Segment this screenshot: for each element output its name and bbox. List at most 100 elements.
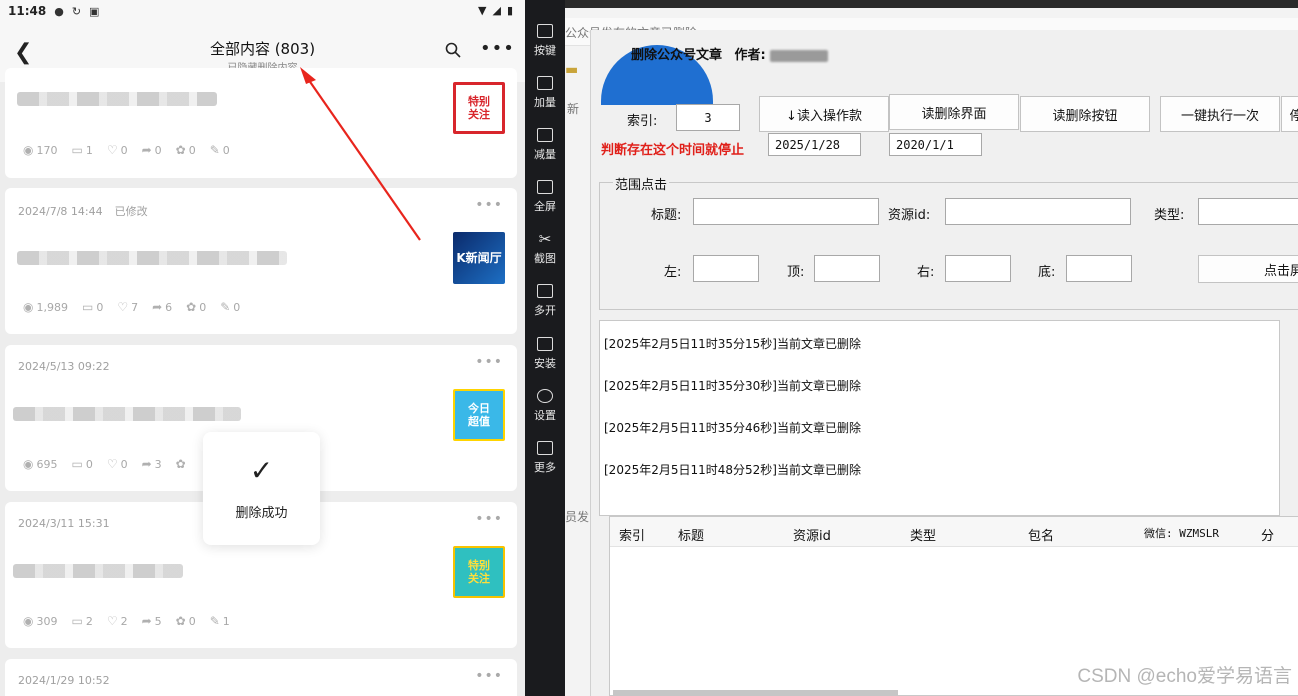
column-header[interactable]: 标题 <box>678 525 704 544</box>
share-icon: ➦ <box>152 300 163 314</box>
status-time: 11:48 <box>8 4 47 18</box>
battery-icon: ▮ <box>506 4 513 17</box>
likes-count: 7 <box>131 300 139 314</box>
status-right: ▼ ◢ ▮ <box>478 4 513 17</box>
toolbar-volume-up-button[interactable]: 加量 <box>525 76 565 110</box>
like-icon: ♡ <box>117 300 129 314</box>
index-input[interactable]: 3 <box>676 104 740 131</box>
card-more-icon[interactable]: ••• <box>475 511 503 527</box>
toolbar-settings-button[interactable]: 设置 <box>525 389 565 423</box>
edit-icon: ✎ <box>209 143 220 157</box>
column-header[interactable]: 类型 <box>910 525 936 544</box>
toolbar-label: 全屏 <box>534 200 556 213</box>
index-label: 索引: <box>627 114 658 129</box>
left-input[interactable] <box>693 255 759 282</box>
views-count: 1,989 <box>36 300 68 314</box>
log-output[interactable]: [2025年2月5日11时35分15秒]当前文章已删除 [2025年2月5日11… <box>599 320 1280 516</box>
sync-icon: ↻ <box>71 4 82 18</box>
toolbar-label: 截图 <box>534 252 556 265</box>
toolbar-install-button[interactable]: 安装 <box>525 337 565 371</box>
article-stats: ◉ 695 ▭ 0 ♡ 0 ➦ 3 ✿ <box>23 457 186 471</box>
app-icon: ▣ <box>89 4 100 18</box>
horizontal-scrollbar[interactable] <box>613 690 898 696</box>
article-stats: ◉ 1,989 ▭ 0 ♡ 7 ➦ 6 ✿ 0 ✎ 0 <box>23 300 240 314</box>
card-more-icon[interactable]: ••• <box>475 197 503 213</box>
card-more-icon[interactable]: ••• <box>475 354 503 370</box>
like-icon: ♡ <box>106 143 118 157</box>
search-icon[interactable] <box>445 42 461 58</box>
bottom-input[interactable] <box>1066 255 1132 282</box>
right-label: 右: <box>917 265 935 280</box>
article-stats: ◉ 170 ▭ 1 ♡ 0 ➦ 0 ✿ 0 ✎ 0 <box>23 143 230 157</box>
stop-button[interactable]: 停 <box>1281 96 1298 132</box>
likes-count: 0 <box>120 143 128 157</box>
column-header[interactable]: 微信: WZMSLR <box>1144 525 1219 541</box>
emulator-toolbar: 按键 加量 减量 全屏 ✂ 截图 多开 安装 设置 更多 <box>525 0 565 696</box>
toolbar-fullscreen-button[interactable]: 全屏 <box>525 180 565 214</box>
wifi-icon: ▼ <box>478 4 487 17</box>
type-input[interactable] <box>1198 198 1298 225</box>
gifts-count: 0 <box>199 300 207 314</box>
toolbar-keys-button[interactable]: 按键 <box>525 24 565 58</box>
column-header[interactable]: 资源id <box>793 525 831 544</box>
like-icon: ♡ <box>106 614 118 628</box>
toolbar-screenshot-button[interactable]: ✂ 截图 <box>525 232 565 266</box>
views-count: 695 <box>36 457 58 471</box>
article-card[interactable]: 特别 关注 ◉ 170 ▭ 1 ♡ 0 ➦ 0 ✿ 0 ✎ 0 <box>5 68 517 178</box>
click-screen-button[interactable]: 点击屏 <box>1198 255 1298 283</box>
resource-id-input[interactable] <box>945 198 1131 225</box>
background-text: 新 <box>567 102 580 116</box>
end-date-input[interactable]: 2020/1/1 <box>889 133 982 156</box>
toolbar-label: 设置 <box>534 409 556 422</box>
comments-count: 2 <box>85 614 93 628</box>
read-delete-page-button[interactable]: 读删除界面 <box>889 94 1019 130</box>
toolbar-volume-down-button[interactable]: 减量 <box>525 128 565 162</box>
article-card[interactable]: 2024/7/8 14:44 已修改 ••• K新闻厅 ◉ 1,989 ▭ 0 ♡ 7 … <box>5 188 517 334</box>
share-icon: ➦ <box>141 614 152 628</box>
volume-down-icon <box>537 128 553 142</box>
range-click-legend: 范围点击 <box>613 174 670 193</box>
article-card[interactable]: 2024/1/29 10:52 ••• <box>5 659 517 696</box>
top-input[interactable] <box>814 255 880 282</box>
toolbar-label: 安装 <box>534 357 556 370</box>
gift-icon: ✿ <box>186 300 197 314</box>
comments-count: 1 <box>85 143 93 157</box>
views-count: 309 <box>36 614 58 628</box>
toolbar-multi-open-button[interactable]: 多开 <box>525 284 565 318</box>
log-line: [2025年2月5日11时35分30秒]当前文章已删除 <box>604 379 861 393</box>
toolbar-label: 更多 <box>534 461 556 474</box>
resource-id-label: 资源id: <box>888 208 931 223</box>
article-stats: ◉ 309 ▭ 2 ♡ 2 ➦ 5 ✿ 0 ✎ 1 <box>23 614 230 628</box>
column-header[interactable]: 包名 <box>1028 525 1054 544</box>
keyboard-icon <box>537 24 553 38</box>
more-icon[interactable]: ••• <box>480 38 515 59</box>
toolbar-more-button[interactable]: 更多 <box>525 441 565 475</box>
likes-count: 0 <box>120 457 128 471</box>
read-delete-btn-button[interactable]: 读删除按钮 <box>1020 96 1150 132</box>
background-text: 员发 <box>565 510 590 524</box>
comment-icon: ▭ <box>71 143 83 157</box>
read-ops-button[interactable]: ↓读入操作款 <box>759 96 889 132</box>
run-once-button[interactable]: 一键执行一次 <box>1160 96 1280 132</box>
toolbar-label: 按键 <box>534 44 556 57</box>
dialog-title: 删除公众号文章 作者: <box>631 44 829 63</box>
type-label: 类型: <box>1154 208 1185 223</box>
shares-count: 3 <box>154 457 162 471</box>
eye-icon: ◉ <box>23 457 34 471</box>
column-header[interactable]: 索引 <box>619 525 645 544</box>
column-header[interactable]: 分 <box>1261 525 1274 544</box>
card-more-icon[interactable]: ••• <box>475 668 503 684</box>
share-icon: ➦ <box>141 143 152 157</box>
stop-date-input[interactable]: 2025/1/28 <box>768 133 861 156</box>
check-icon: ✓ <box>249 454 274 487</box>
right-input[interactable] <box>945 255 1011 282</box>
toolbar-label: 多开 <box>534 304 556 317</box>
article-date: 2024/5/13 09:22 <box>18 360 110 373</box>
screen: 11:48 ● ↻ ▣ ▼ ◢ ▮ ❮ 全部内容 (803) 已隐藏删除内容 •… <box>0 0 1298 696</box>
gifts-count: 0 <box>188 614 196 628</box>
edits-count: 1 <box>222 614 230 628</box>
blurred-title <box>17 251 287 265</box>
title-input[interactable] <box>693 198 879 225</box>
delete-article-dialog: 删除公众号文章 作者: 索引: 3 ↓读入操作款 读删除界面 读删除按钮 一键执… <box>590 30 1298 696</box>
apk-install-icon <box>537 337 553 351</box>
